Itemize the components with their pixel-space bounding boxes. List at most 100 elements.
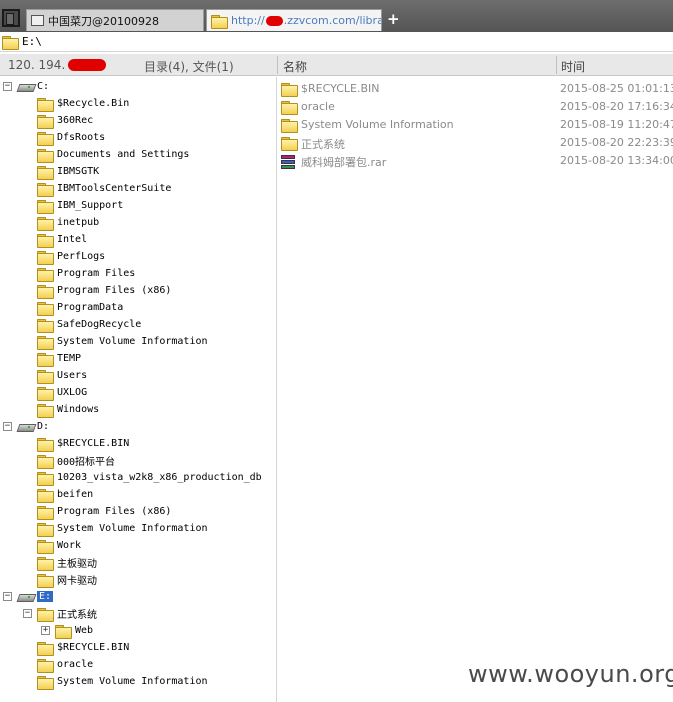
folder-label: Users (57, 370, 88, 381)
tab-url: http:// .zzvcom.com/library... (231, 14, 381, 27)
tree-folder[interactable]: 10203_vista_w2k8_x86_production_db (0, 469, 262, 486)
folder-icon (37, 97, 54, 112)
tree-folder[interactable]: oracle (0, 656, 93, 673)
folder-icon (37, 216, 54, 231)
tree-folder[interactable]: System Volume Information (0, 673, 208, 690)
tree-folder[interactable]: PerfLogs (0, 248, 105, 265)
folder-label: SafeDogRecycle (57, 319, 142, 330)
folder-label: Work (57, 540, 82, 551)
tree-folder[interactable]: 主板驱动 (0, 554, 97, 571)
tree-folder[interactable]: UXLOG (0, 384, 87, 401)
folder-icon (37, 539, 54, 554)
tree-folder[interactable]: Documents and Settings (0, 146, 189, 163)
folder-icon (37, 386, 54, 401)
collapse-toggle[interactable]: − (23, 609, 32, 618)
collapse-toggle[interactable]: − (3, 422, 12, 431)
collapse-toggle[interactable]: − (3, 82, 12, 91)
column-header-name[interactable]: 名称 (283, 58, 307, 75)
folder-icon (37, 403, 54, 418)
path-bar[interactable]: E:\ (0, 32, 673, 52)
app-window-icon[interactable] (2, 9, 20, 27)
redaction-mark (68, 59, 107, 71)
column-header-time[interactable]: 时间 (561, 58, 585, 75)
column-divider[interactable] (277, 56, 278, 74)
header-row: 120. 194. 目录(4), 文件(1) 名称 时间 (0, 54, 673, 76)
folder-label: System Volume Information (57, 676, 208, 687)
file-time: 2015-08-25 01:01:13 (560, 82, 673, 95)
tab-url-prefix: http:// (231, 14, 265, 27)
tab-chopper[interactable]: 中国菜刀@20100928 (26, 9, 204, 31)
file-name: System Volume Information (301, 118, 454, 131)
tree-folder[interactable]: $RECYCLE.BIN (0, 639, 129, 656)
folder-label: ProgramData (57, 302, 124, 313)
tree-folder[interactable]: DfsRoots (0, 129, 105, 146)
collapse-toggle[interactable]: − (3, 592, 12, 601)
drive-label: C: (37, 81, 50, 92)
tree-drive-d[interactable]: − D: (0, 418, 49, 435)
folder-label: PerfLogs (57, 251, 106, 262)
folder-label: inetpub (57, 217, 100, 228)
drive-icon (18, 422, 34, 432)
tree-folder[interactable]: Program Files (x86) (0, 282, 171, 299)
file-time: 2015-08-20 17:16:34 (560, 100, 673, 113)
folder-icon (37, 233, 54, 248)
folder-icon (281, 137, 298, 151)
folder-icon (211, 14, 228, 29)
tree-folder[interactable]: IBMToolsCenterSuite (0, 180, 171, 197)
tree-folder[interactable]: − 正式系统 (0, 605, 97, 622)
tree-folder[interactable]: 360Rec (0, 112, 93, 129)
folder-icon (37, 284, 54, 299)
folder-icon (37, 658, 54, 673)
tree-folder[interactable]: $Recycle.Bin (0, 95, 129, 112)
drive-icon (18, 592, 34, 602)
tree-folder[interactable]: Intel (0, 231, 87, 248)
expand-toggle[interactable]: + (41, 626, 50, 635)
redaction-mark (265, 15, 283, 26)
new-tab-button[interactable]: + (387, 10, 400, 28)
folder-icon (37, 454, 54, 469)
tree-folder[interactable]: ProgramData (0, 299, 123, 316)
folder-icon (37, 607, 54, 622)
tree-folder[interactable]: SafeDogRecycle (0, 316, 141, 333)
folder-label: oracle (57, 659, 94, 670)
folder-label: Documents and Settings (57, 149, 190, 160)
folder-label: 360Rec (57, 115, 94, 126)
folder-icon (37, 318, 54, 333)
folder-label: Windows (57, 404, 100, 415)
folder-icon (37, 182, 54, 197)
tree-folder[interactable]: $RECYCLE.BIN (0, 435, 129, 452)
folder-label: System Volume Information (57, 336, 208, 347)
tab-library[interactable]: http:// .zzvcom.com/library... (206, 9, 382, 31)
tree-folder[interactable]: System Volume Information (0, 520, 208, 537)
file-row[interactable]: 正式系统 2015-08-20 22:23:39 (278, 134, 673, 152)
file-row[interactable]: 威科姆部署包.rar 2015-08-20 13:34:00 (278, 152, 673, 170)
file-time: 2015-08-20 13:34:00 (560, 154, 673, 167)
folder-label: UXLOG (57, 387, 88, 398)
tree-folder[interactable]: beifen (0, 486, 93, 503)
folder-label: 正式系统 (57, 610, 97, 621)
folder-label: DfsRoots (57, 132, 106, 143)
tree-folder[interactable]: TEMP (0, 350, 81, 367)
folder-label: IBMToolsCenterSuite (57, 183, 172, 194)
tree-folder[interactable]: Work (0, 537, 81, 554)
file-row[interactable]: oracle 2015-08-20 17:16:34 (278, 98, 673, 116)
tree-folder[interactable]: inetpub (0, 214, 99, 231)
tree-folder[interactable]: Windows (0, 401, 99, 418)
tree-folder[interactable]: IBMSGTK (0, 163, 99, 180)
tree-drive-e[interactable]: − E: (0, 588, 54, 605)
file-row[interactable]: System Volume Information 2015-08-19 11:2… (278, 116, 673, 134)
folder-label: $RECYCLE.BIN (57, 642, 130, 653)
tree-drive-c[interactable]: − C: (0, 78, 49, 95)
file-row[interactable]: $RECYCLE.BIN 2015-08-25 01:01:13 (278, 80, 673, 98)
tree-folder[interactable]: System Volume Information (0, 333, 208, 350)
folder-icon (37, 301, 54, 316)
tree-folder[interactable]: 000招标平台 (0, 452, 115, 469)
tree-folder[interactable]: + Web (0, 622, 93, 639)
tree-folder[interactable]: Program Files (x86) (0, 503, 171, 520)
tree-folder[interactable]: 网卡驱动 (0, 571, 97, 588)
tree-folder[interactable]: IBM_Support (0, 197, 123, 214)
column-divider[interactable] (556, 56, 557, 74)
tree-folder[interactable]: Program Files (0, 265, 135, 282)
tree-folder[interactable]: Users (0, 367, 87, 384)
folder-icon (37, 369, 54, 384)
